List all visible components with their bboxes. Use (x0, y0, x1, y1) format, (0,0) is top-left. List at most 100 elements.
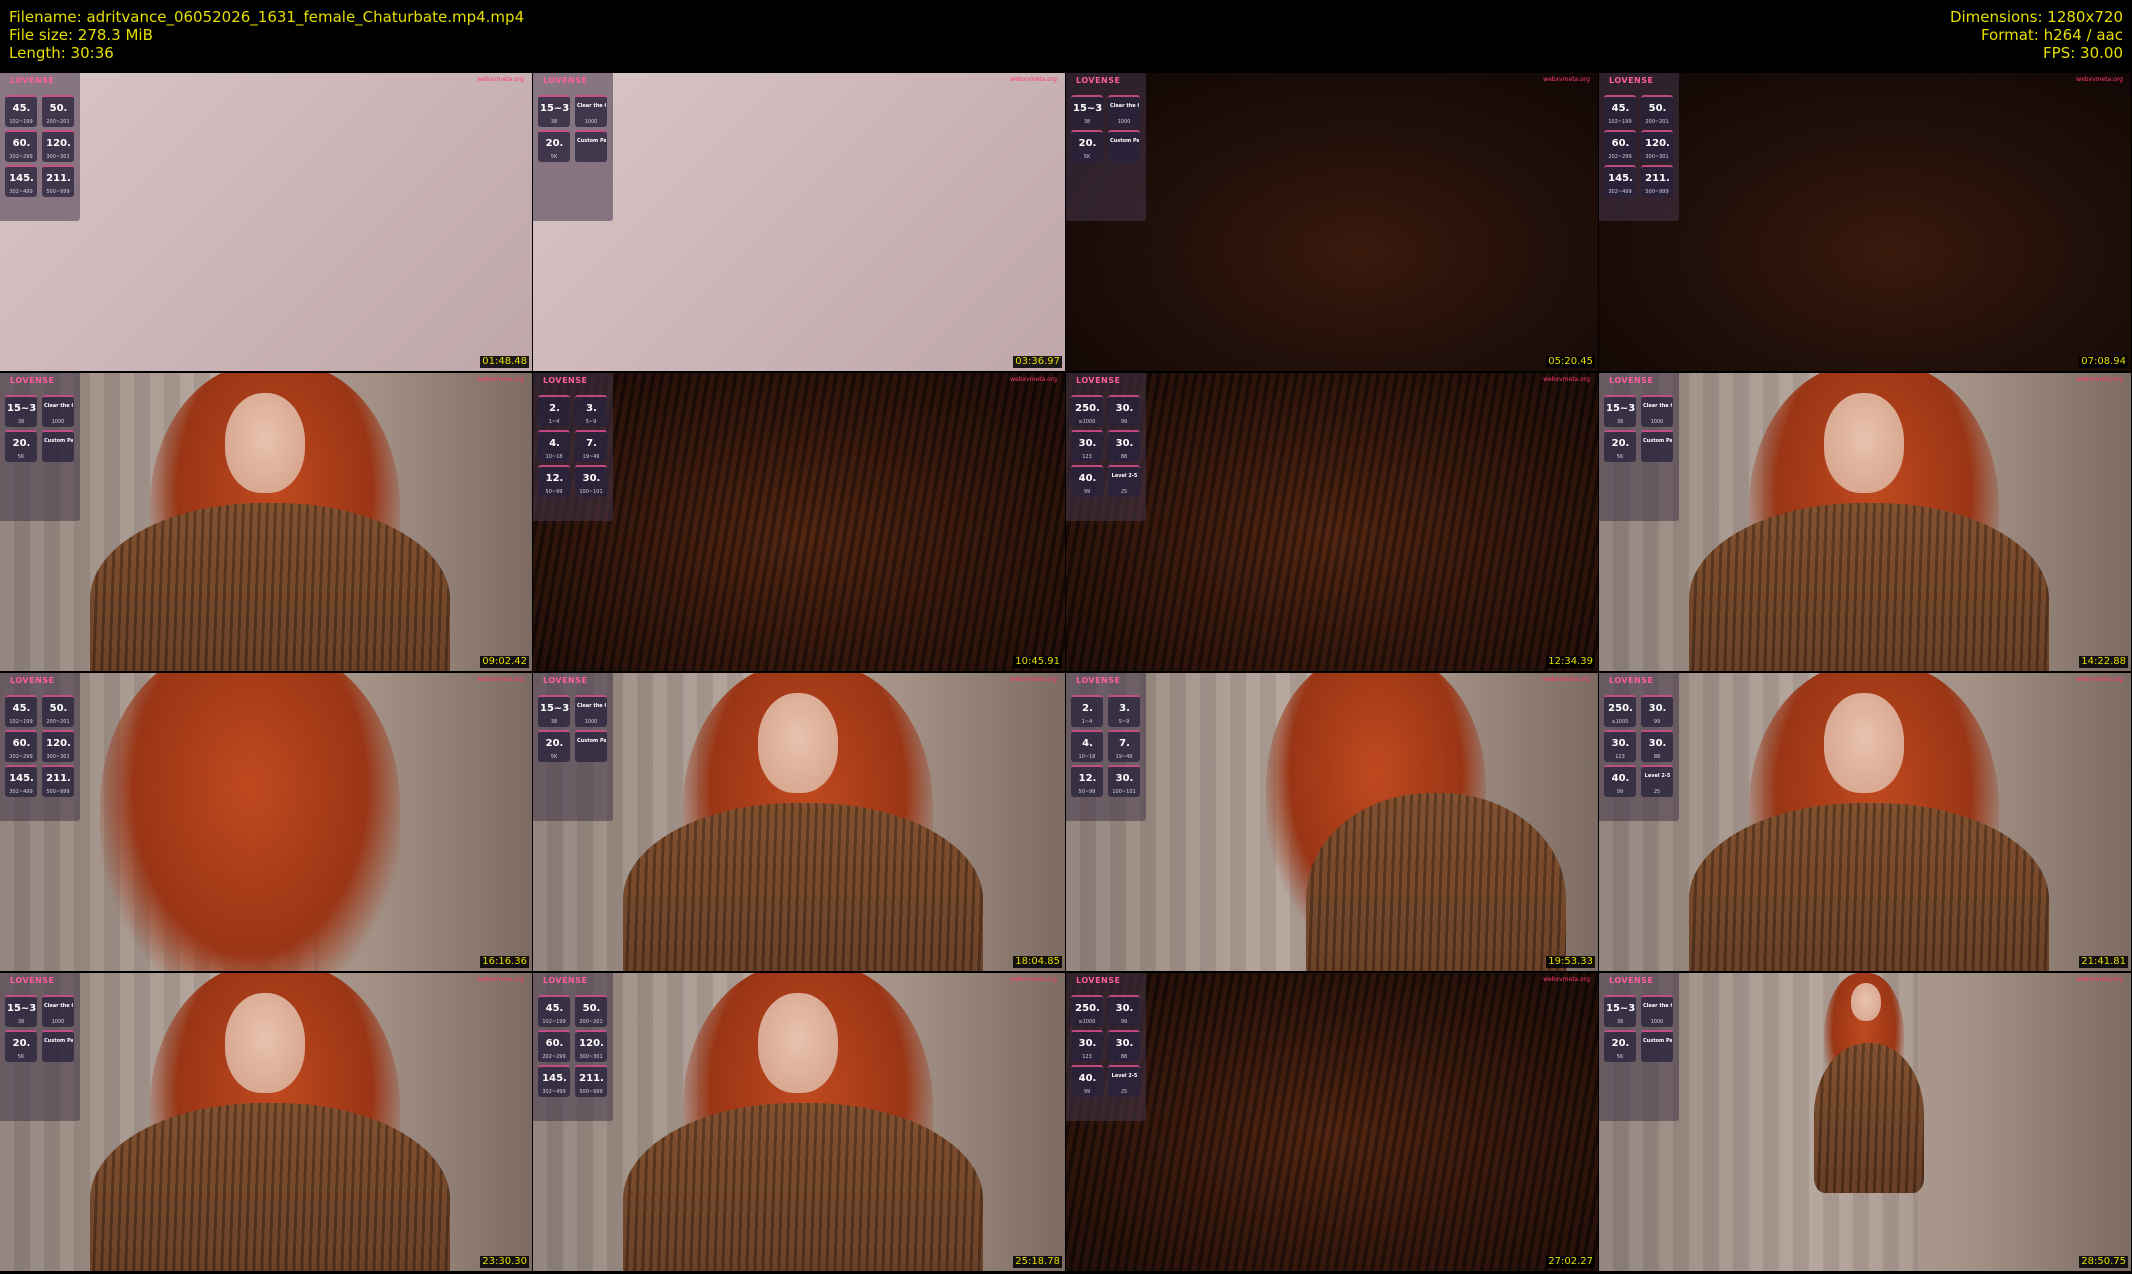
tip-amount: 50. (582, 1003, 601, 1014)
tip-tile: 7. 19~49 (575, 430, 607, 462)
tip-range: 500~999 (46, 789, 70, 795)
tip-tile: 20. 5K (5, 1030, 37, 1062)
tip-tile: Clear the Queue 1000 (42, 395, 74, 427)
tip-amount: 60. (12, 738, 31, 749)
sweater-shape (1814, 1043, 1924, 1193)
lovense-tip-panel: LOVENSE 45. 102~199 50. 200~201 60. 202~299 120… (1599, 73, 1679, 221)
video-thumbnail[interactable]: LOVENSE 250. ≥1000 30. 99 30. 123 30. 88 40. 99 Lev… (1066, 973, 1598, 1271)
tip-amount: 60. (545, 1038, 564, 1049)
tip-tile: 45. 102~199 (5, 95, 37, 127)
tip-range: 38 (1083, 119, 1091, 125)
tip-amount: 20. (12, 1038, 31, 1049)
tip-tile: 30. 123 (1071, 430, 1103, 462)
tip-amount: 30. (1115, 1003, 1134, 1014)
tip-tile: 15~30. 38 (538, 95, 570, 127)
tip-tile: 7. 19~49 (1108, 730, 1140, 762)
tip-amount: 60. (1611, 138, 1630, 149)
tip-tile: 145. 302~499 (1604, 165, 1636, 197)
tip-range: 5K (1616, 1054, 1624, 1060)
video-thumbnail[interactable]: LOVENSE 15~30. 38 Clear the Queue 1000 20. 5K C… (0, 373, 532, 671)
tip-tile: Custom Pattern (1641, 430, 1673, 462)
format-text: Format: h264 / aac (1980, 26, 2123, 44)
lovense-tip-panel: LOVENSE 15~30. 38 Clear the Queue 1000 20. 5K C… (0, 973, 80, 1121)
tip-range: 38 (1616, 419, 1624, 425)
tip-amount: 120. (579, 1038, 604, 1049)
tip-amount: 30. (1611, 738, 1630, 749)
tip-amount: Clear the Queue (1110, 103, 1139, 109)
video-thumbnail[interactable]: LOVENSE 45. 102~199 50. 200~201 60. 202~299 120… (0, 673, 532, 971)
tip-range: 99 (1083, 1089, 1091, 1095)
tip-amount: 50. (49, 703, 68, 714)
tip-amount: Custom Pattern (44, 438, 73, 444)
tip-amount: 60. (12, 138, 31, 149)
video-thumbnail[interactable]: LOVENSE 15~30. 38 Clear the Queue 1000 20. 5K C… (0, 973, 532, 1271)
thumbnail-timestamp: 12:34.39 (1546, 656, 1595, 668)
tip-amount: 15~30. (540, 103, 569, 114)
tip-range: 5K (550, 154, 558, 160)
video-thumbnail[interactable]: LOVENSE 2. 1~4 3. 5~9 4. 10~18 7. 19~49 12. 50~99 3… (533, 373, 1065, 671)
tip-amount: 211. (46, 173, 71, 184)
tip-range: 1000 (1650, 419, 1664, 425)
tip-range: 5K (17, 1054, 25, 1060)
tip-amount: Custom Pattern (577, 738, 606, 744)
thumbnail-timestamp: 10:45.91 (1013, 656, 1062, 668)
tip-range: 123 (1082, 1054, 1092, 1060)
tip-tile: 3. 5~9 (575, 395, 607, 427)
video-thumbnail[interactable]: LOVENSE 45. 102~199 50. 200~201 60. 202~299 120… (0, 73, 532, 371)
tip-range: 1000 (1117, 119, 1131, 125)
tip-range: 99 (1653, 719, 1661, 725)
tip-tile: 120. 300~301 (42, 730, 74, 762)
tip-range: ≥1000 (1078, 419, 1096, 425)
tip-range: 202~299 (9, 154, 33, 160)
video-thumbnail[interactable]: LOVENSE 250. ≥1000 30. 99 30. 123 30. 88 40. 99 Lev… (1599, 673, 2131, 971)
tip-tile: 145. 302~499 (538, 1065, 570, 1097)
site-watermark: webxvmeta.org (1543, 376, 1590, 383)
lovense-tip-panel: LOVENSE 2. 1~4 3. 5~9 4. 10~18 7. 19~49 12. 50~99 3… (1066, 673, 1146, 821)
video-thumbnail[interactable]: LOVENSE 45. 102~199 50. 200~201 60. 202~299 120… (533, 973, 1065, 1271)
video-thumbnail[interactable]: LOVENSE 15~30. 38 Clear the Queue 1000 20. 5K C… (1599, 373, 2131, 671)
tip-amount: 20. (1611, 1038, 1630, 1049)
tip-amount: 145. (9, 173, 34, 184)
tip-tile: 145. 302~499 (5, 165, 37, 197)
video-thumbnail[interactable]: LOVENSE 15~30. 38 Clear the Queue 1000 20. 5K C… (533, 673, 1065, 971)
tip-amount: 40. (1611, 773, 1630, 784)
tip-tile: 120. 300~301 (1641, 130, 1673, 162)
video-thumbnail[interactable]: LOVENSE 15~30. 38 Clear the Queue 1000 20. 5K C… (1066, 73, 1598, 371)
tip-amount: 30. (1115, 403, 1134, 414)
tip-tile: 4. 10~18 (538, 430, 570, 462)
lovense-logo: LOVENSE (543, 76, 588, 85)
tip-amount: Level 2-5 (1111, 1073, 1138, 1079)
tip-tile: 12. 50~99 (538, 465, 570, 497)
tip-amount: 211. (579, 1073, 604, 1084)
tip-range: 5~9 (1118, 719, 1130, 725)
tip-tile: 12. 50~99 (1071, 765, 1103, 797)
tip-amount: 4. (549, 438, 560, 449)
video-thumbnail[interactable]: LOVENSE 15~30. 38 Clear the Queue 1000 20. 5K C… (533, 73, 1065, 371)
site-watermark: webxvmeta.org (1010, 376, 1057, 383)
tip-range: 19~49 (582, 454, 600, 460)
tip-amount: 2. (549, 403, 560, 414)
video-thumbnail[interactable]: LOVENSE 2. 1~4 3. 5~9 4. 10~18 7. 19~49 12. 50~99 3… (1066, 673, 1598, 971)
face-shape (1824, 393, 1904, 493)
thumbnail-timestamp: 03:36.97 (1013, 356, 1062, 368)
tip-range: 10~18 (1078, 754, 1096, 760)
tip-range: 1000 (1650, 1019, 1664, 1025)
tip-amount: Clear the Queue (44, 403, 73, 409)
thumbnail-timestamp: 25:18.78 (1013, 1256, 1062, 1268)
tip-range: 25 (1120, 489, 1128, 495)
video-thumbnail[interactable]: LOVENSE 45. 102~199 50. 200~201 60. 202~299 120… (1599, 73, 2131, 371)
tip-amount: 50. (49, 103, 68, 114)
tip-amount: 211. (46, 773, 71, 784)
lovense-tip-panel: LOVENSE 250. ≥1000 30. 99 30. 123 30. 88 40. 99 Lev… (1066, 973, 1146, 1121)
tip-tile: 4. 10~18 (1071, 730, 1103, 762)
tip-tile: 60. 202~299 (5, 730, 37, 762)
tip-range: 88 (1120, 1054, 1128, 1060)
site-watermark: webxvmeta.org (2076, 376, 2123, 383)
tip-amount: 30. (1115, 438, 1134, 449)
video-thumbnail[interactable]: LOVENSE 250. ≥1000 30. 99 30. 123 30. 88 40. 99 Lev… (1066, 373, 1598, 671)
lovense-logo: LOVENSE (543, 676, 588, 685)
tip-range: 302~499 (1608, 189, 1632, 195)
tip-range: 302~499 (9, 189, 33, 195)
video-thumbnail[interactable]: LOVENSE 15~30. 38 Clear the Queue 1000 20. 5K C… (1599, 973, 2131, 1271)
tip-amount: 15~30. (1606, 403, 1635, 414)
